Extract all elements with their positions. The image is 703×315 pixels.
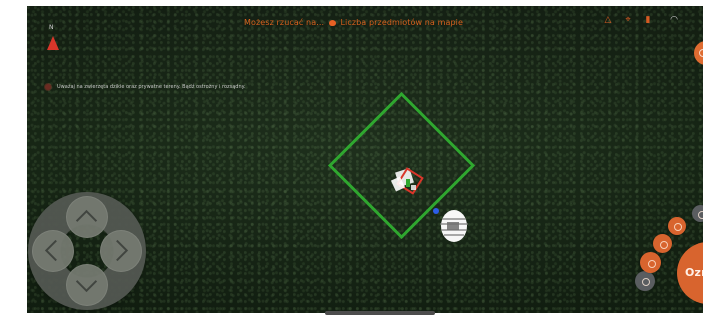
top-message: Możesz rzucać na... Liczba przedmiotów n… — [244, 18, 463, 27]
bottom-handle — [325, 311, 435, 315]
warning-row: Uważaj na zwierzęta dzikie oraz prywatne… — [45, 82, 245, 92]
north-label: N — [49, 24, 54, 31]
map-button[interactable] — [653, 234, 672, 253]
signal-icon: ▮ — [645, 15, 651, 25]
top-message-prefix: Możesz rzucać na... — [244, 18, 325, 27]
pin-icon: ⌖ — [625, 15, 631, 25]
settings-button[interactable] — [635, 271, 655, 291]
top-right-action-button[interactable] — [694, 41, 703, 65]
north-arrow-icon — [47, 36, 59, 50]
compass[interactable]: N — [45, 24, 61, 56]
warning-icon — [45, 84, 51, 90]
dpad[interactable] — [28, 192, 146, 310]
mob-icon — [433, 208, 468, 242]
alert-icon: △ — [604, 15, 612, 25]
heart-icon — [328, 20, 336, 26]
game-screen: Możesz rzucać na... Liczba przedmiotów n… — [0, 0, 703, 315]
bag-button[interactable] — [692, 205, 703, 222]
chevron-down-icon — [75, 270, 98, 293]
dpad-right-button[interactable] — [100, 230, 142, 272]
wifi-icon: ◠ — [670, 15, 678, 25]
check-button[interactable] — [668, 217, 686, 235]
mark-button[interactable]: Oznacz — [677, 242, 703, 304]
filter-button[interactable] — [640, 252, 661, 273]
player-marker[interactable] — [387, 162, 435, 204]
game-map[interactable]: Możesz rzucać na... Liczba przedmiotów n… — [27, 6, 703, 313]
chevron-left-icon — [44, 239, 67, 262]
warning-text: Uważaj na zwierzęta dzikie oraz prywatne… — [57, 84, 246, 90]
dpad-left-button[interactable] — [32, 230, 74, 272]
dpad-up-button[interactable] — [66, 196, 108, 238]
status-icons: △ ⌖ ▮ ◠ — [603, 15, 691, 29]
player-icon — [390, 167, 424, 195]
top-message-suffix: Liczba przedmiotów na mapie — [340, 18, 463, 27]
dpad-down-button[interactable] — [66, 264, 108, 306]
chevron-up-icon — [75, 209, 98, 232]
mark-button-label: Oznacz — [685, 266, 703, 279]
chevron-right-icon — [106, 239, 129, 262]
mob-marker[interactable] — [432, 204, 474, 248]
